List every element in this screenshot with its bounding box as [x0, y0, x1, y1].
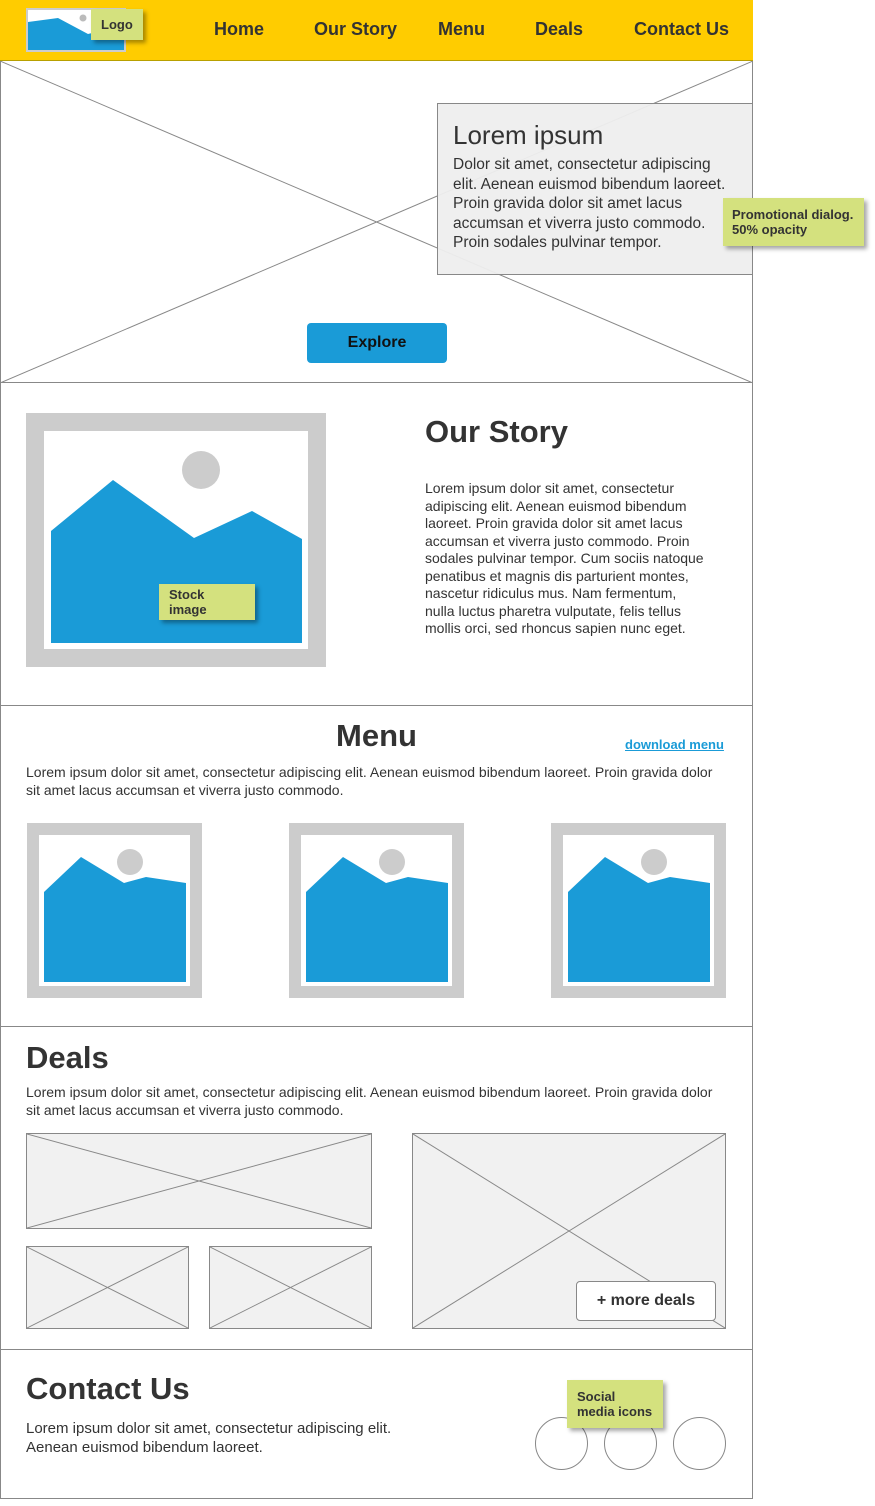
- deal-image-placeholder-icon[interactable]: [26, 1246, 189, 1329]
- menu-item-image-icon[interactable]: [27, 823, 202, 998]
- menu-title: Menu: [336, 718, 417, 753]
- nav-contact-us[interactable]: Contact Us: [634, 19, 729, 40]
- promo-note: Promotional dialog. 50% opacity: [723, 198, 864, 246]
- nav-home[interactable]: Home: [214, 19, 264, 40]
- promo-text: Dolor sit amet, consectetur adipiscing e…: [453, 156, 726, 251]
- social-icons-note: Social media icons: [567, 1380, 663, 1428]
- contact-text: Lorem ipsum dolor sit amet, consectetur …: [26, 1420, 392, 1456]
- menu-text: Lorem ipsum dolor sit amet, consectetur …: [26, 764, 713, 798]
- logo-note: Logo: [91, 9, 143, 40]
- stock-image-note: Stock image: [159, 584, 255, 620]
- menu-item-image-icon[interactable]: [289, 823, 464, 998]
- download-menu-link[interactable]: download menu: [625, 737, 724, 752]
- site-header: Logo Home Our Story Menu Deals Contact U…: [0, 0, 753, 61]
- deal-image-placeholder-icon[interactable]: [26, 1133, 372, 1229]
- explore-button[interactable]: Explore: [307, 323, 447, 363]
- contact-title: Contact Us: [26, 1371, 190, 1406]
- more-deals-button[interactable]: + more deals: [576, 1281, 716, 1321]
- deals-title: Deals: [26, 1040, 109, 1075]
- nav-menu[interactable]: Menu: [438, 19, 485, 40]
- nav-our-story[interactable]: Our Story: [314, 19, 397, 40]
- story-title: Our Story: [425, 414, 568, 449]
- deals-text: Lorem ipsum dolor sit amet, consectetur …: [26, 1084, 713, 1118]
- promo-title: Lorem ipsum: [453, 120, 604, 150]
- story-stock-image-icon: [26, 413, 326, 667]
- promo-dialog: Lorem ipsum Dolor sit amet, consectetur …: [437, 103, 753, 275]
- deal-image-placeholder-icon[interactable]: [209, 1246, 372, 1329]
- menu-item-image-icon[interactable]: [551, 823, 726, 998]
- story-text: Lorem ipsum dolor sit amet, consectetur …: [425, 480, 704, 636]
- nav-deals[interactable]: Deals: [535, 19, 583, 40]
- social-icon[interactable]: [673, 1417, 726, 1470]
